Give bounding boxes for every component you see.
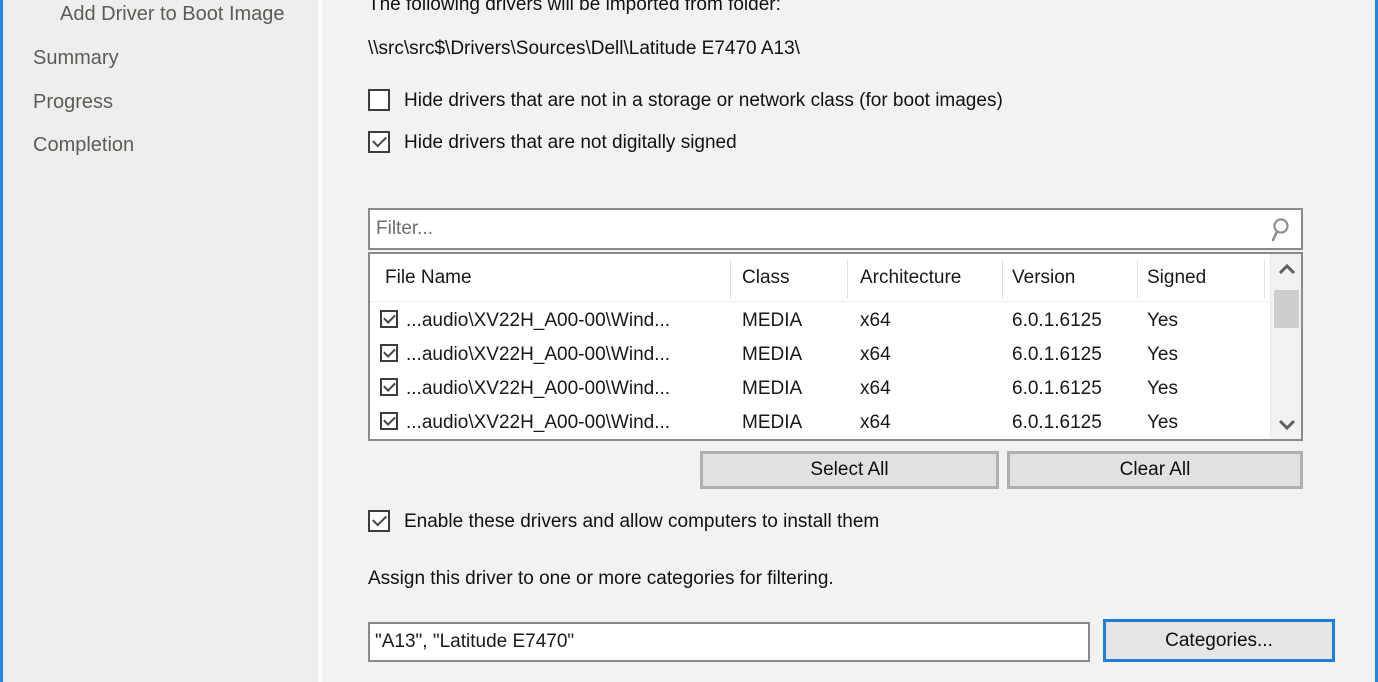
cell-version: 6.0.1.6125 <box>1012 344 1102 366</box>
cell-architecture: x64 <box>860 310 891 332</box>
cell-file-name: ...audio\XV22H_A00-00\Wind... <box>406 310 670 332</box>
driver-row-checkbox[interactable] <box>380 412 398 430</box>
cell-architecture: x64 <box>860 344 891 366</box>
hide-unsigned-checkbox[interactable] <box>368 131 390 153</box>
cell-class: MEDIA <box>742 310 802 332</box>
cell-version: 6.0.1.6125 <box>1012 310 1102 332</box>
wizard-steps-sidebar: Add Driver to Boot Image Summary Progres… <box>3 0 322 682</box>
driver-table: File Name Class Architecture Version Sig… <box>368 252 1303 441</box>
cell-file-name: ...audio\XV22H_A00-00\Wind... <box>406 378 670 400</box>
filter-box <box>368 208 1303 250</box>
hide-unsigned-label: Hide drivers that are not digitally sign… <box>404 132 737 154</box>
column-header-file-name[interactable]: File Name <box>385 267 472 289</box>
column-divider[interactable] <box>1264 260 1265 298</box>
window-left-border <box>0 0 3 682</box>
column-header-architecture[interactable]: Architecture <box>860 267 961 289</box>
sidebar-step-summary[interactable]: Summary <box>33 47 322 70</box>
driver-row-checkbox[interactable] <box>380 378 398 396</box>
cell-signed: Yes <box>1147 344 1178 366</box>
categories-button[interactable]: Categories... <box>1103 619 1335 662</box>
enable-drivers-row[interactable]: Enable these drivers and allow computers… <box>368 510 1088 534</box>
cell-signed: Yes <box>1147 310 1178 332</box>
driver-row-checkbox[interactable] <box>380 310 398 328</box>
driver-table-header: File Name Class Architecture Version Sig… <box>370 254 1269 302</box>
cell-signed: Yes <box>1147 378 1178 400</box>
driver-row[interactable]: ...audio\XV22H_A00-00\Wind... MEDIA x64 … <box>370 406 1269 440</box>
sidebar-step-add-driver-to-boot-image[interactable]: Add Driver to Boot Image <box>60 3 322 26</box>
sidebar-step-completion[interactable]: Completion <box>33 134 322 157</box>
column-header-signed[interactable]: Signed <box>1147 267 1206 289</box>
table-scrollbar[interactable] <box>1270 254 1301 439</box>
filter-input[interactable] <box>376 212 1256 246</box>
enable-drivers-checkbox[interactable] <box>368 510 390 532</box>
cell-version: 6.0.1.6125 <box>1012 378 1102 400</box>
hide-unsigned-row[interactable]: Hide drivers that are not digitally sign… <box>368 131 1088 155</box>
scroll-up-icon[interactable] <box>1271 254 1302 284</box>
column-divider[interactable] <box>1137 260 1138 298</box>
intro-text: The following drivers will be imported f… <box>368 0 781 16</box>
folder-path-text: \\src\src$\Drivers\Sources\Dell\Latitude… <box>368 38 800 60</box>
column-header-class[interactable]: Class <box>742 267 790 289</box>
clear-all-button[interactable]: Clear All <box>1007 451 1303 489</box>
column-header-version[interactable]: Version <box>1012 267 1075 289</box>
column-divider[interactable] <box>847 260 848 298</box>
categories-value-input[interactable] <box>375 627 1083 657</box>
cell-version: 6.0.1.6125 <box>1012 412 1102 434</box>
column-divider[interactable] <box>1002 260 1003 298</box>
driver-row[interactable]: ...audio\XV22H_A00-00\Wind... MEDIA x64 … <box>370 372 1269 406</box>
column-divider[interactable] <box>730 260 731 298</box>
cell-file-name: ...audio\XV22H_A00-00\Wind... <box>406 412 670 434</box>
hide-storage-network-label: Hide drivers that are not in a storage o… <box>404 90 1003 112</box>
cell-class: MEDIA <box>742 412 802 434</box>
cell-class: MEDIA <box>742 378 802 400</box>
cell-signed: Yes <box>1147 412 1178 434</box>
scrollbar-thumb[interactable] <box>1274 290 1299 328</box>
enable-drivers-label: Enable these drivers and allow computers… <box>404 511 879 533</box>
driver-row-checkbox[interactable] <box>380 344 398 362</box>
assign-categories-label: Assign this driver to one or more catego… <box>368 568 834 590</box>
cell-class: MEDIA <box>742 344 802 366</box>
categories-value-box <box>368 622 1090 662</box>
sidebar-step-progress[interactable]: Progress <box>33 91 322 114</box>
driver-row[interactable]: ...audio\XV22H_A00-00\Wind... MEDIA x64 … <box>370 304 1269 338</box>
select-all-button[interactable]: Select All <box>700 451 999 489</box>
wizard-window: Add Driver to Boot Image Summary Progres… <box>0 0 1378 682</box>
cell-file-name: ...audio\XV22H_A00-00\Wind... <box>406 344 670 366</box>
hide-storage-network-row[interactable]: Hide drivers that are not in a storage o… <box>368 89 1088 113</box>
search-icon <box>1267 217 1293 250</box>
driver-row[interactable]: ...audio\XV22H_A00-00\Wind... MEDIA x64 … <box>370 338 1269 372</box>
cell-architecture: x64 <box>860 378 891 400</box>
scroll-down-icon[interactable] <box>1271 409 1302 439</box>
hide-storage-network-checkbox[interactable] <box>368 89 390 111</box>
cell-architecture: x64 <box>860 412 891 434</box>
